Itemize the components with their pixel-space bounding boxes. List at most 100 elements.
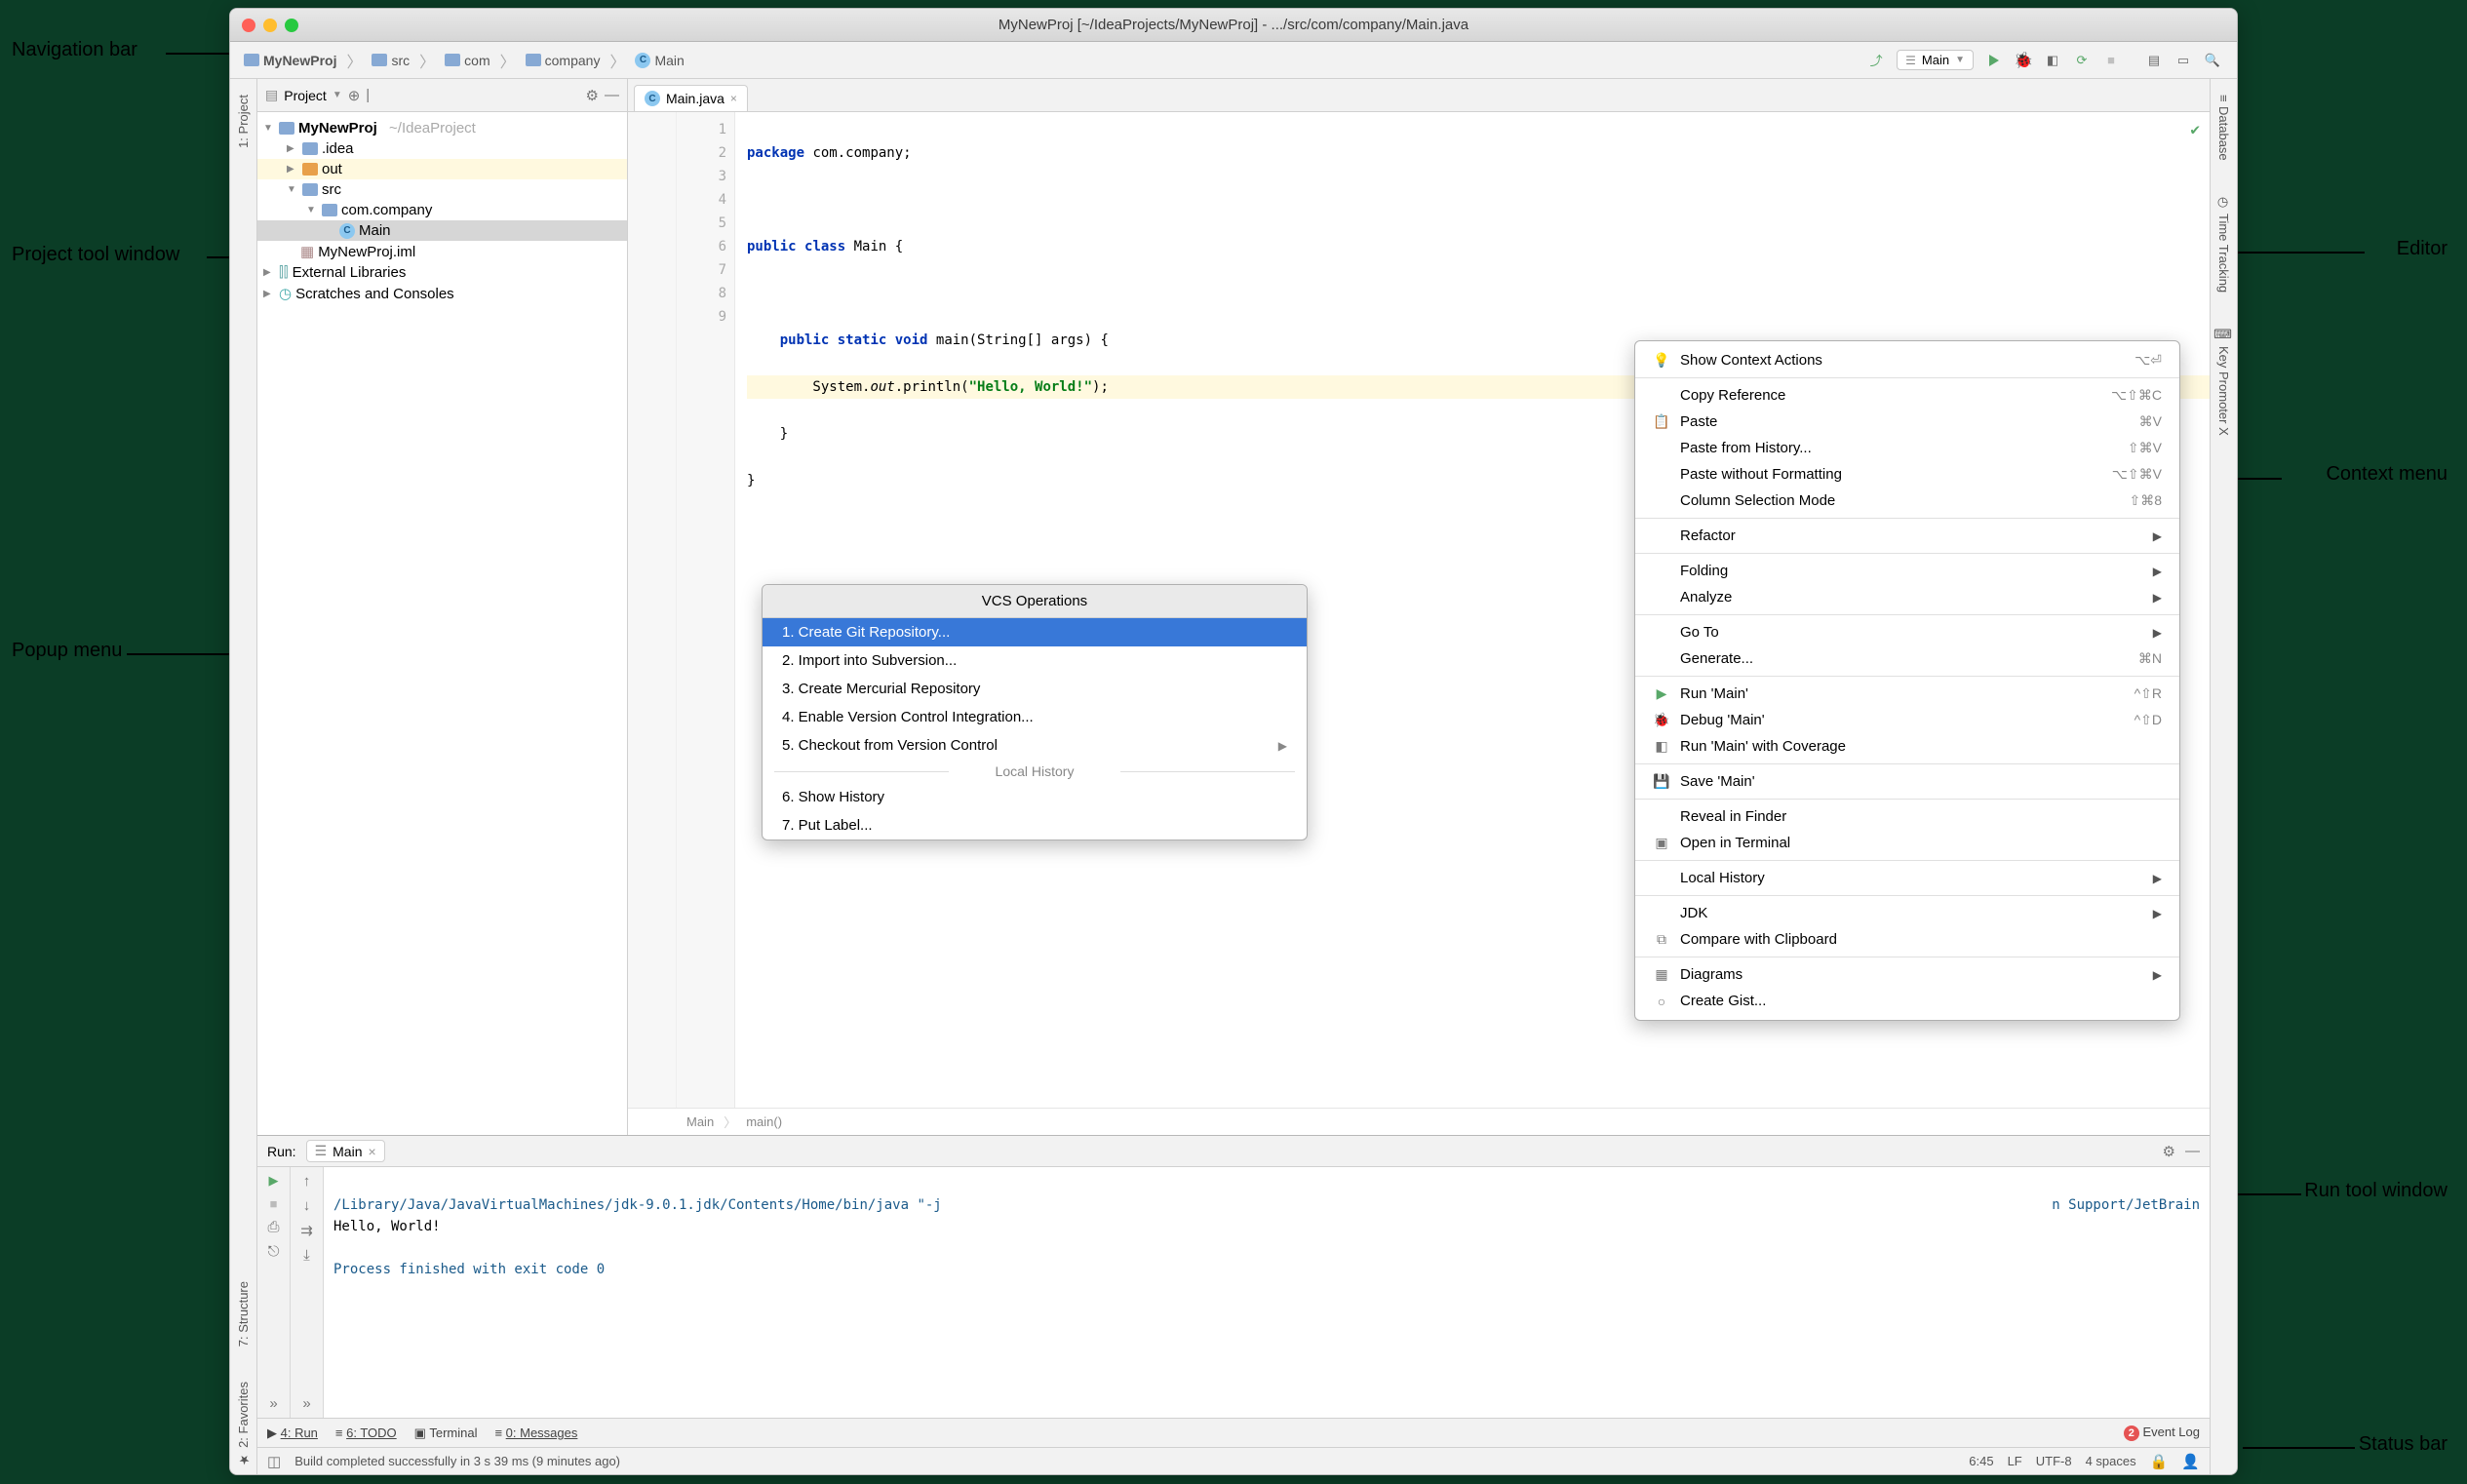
context-menu-item[interactable]: JDK▶	[1635, 900, 2179, 926]
tree-item[interactable]: ▦MyNewProj.iml	[257, 241, 627, 262]
breadcrumb-item[interactable]: company	[522, 51, 605, 70]
tab-favorites[interactable]: ★ 2: Favorites	[234, 1374, 253, 1474]
tab-database[interactable]: ≡ Database	[2214, 87, 2233, 168]
context-menu-item[interactable]: ▣Open in Terminal	[1635, 830, 2179, 856]
crumb[interactable]: main()	[746, 1114, 782, 1129]
popup-item[interactable]: 1. Create Git Repository...	[763, 618, 1307, 646]
minimize-icon[interactable]	[263, 19, 277, 32]
hide-icon[interactable]: —	[605, 87, 619, 103]
context-menu-item[interactable]: Folding▶	[1635, 558, 2179, 584]
editor-tab[interactable]: C Main.java ×	[634, 85, 748, 111]
project-panel-title: Project	[284, 88, 327, 103]
crumb[interactable]: Main	[686, 1114, 714, 1129]
popup-item[interactable]: 3. Create Mercurial Repository	[763, 675, 1307, 703]
context-menu-item[interactable]: 🐞Debug 'Main'^⇧D	[1635, 707, 2179, 733]
expand-icon[interactable]: »	[302, 1395, 310, 1412]
tab-project[interactable]: 1: Project	[234, 87, 253, 156]
context-menu-item[interactable]: ○Create Gist...	[1635, 988, 2179, 1014]
run-tab[interactable]: ☰Main×	[306, 1140, 385, 1162]
tree-item[interactable]: ▶◷Scratches and Consoles	[257, 283, 627, 304]
context-menu-item[interactable]: Paste without Formatting⌥⇧⌘V	[1635, 461, 2179, 488]
scroll-icon[interactable]: ⤓	[303, 1247, 310, 1264]
maximize-icon[interactable]	[285, 19, 298, 32]
context-menu-item[interactable]: Local History▶	[1635, 865, 2179, 891]
tree-item[interactable]: ▶⫿⫿External Libraries	[257, 262, 627, 283]
target-icon[interactable]: ⊕	[348, 87, 361, 104]
close-icon[interactable]: ×	[369, 1144, 376, 1159]
context-menu-item[interactable]: 💡Show Context Actions⌥⏎	[1635, 347, 2179, 373]
chevron-down-icon[interactable]: ▼	[333, 90, 342, 100]
context-menu-item[interactable]: ▶Run 'Main'^⇧R	[1635, 681, 2179, 707]
popup-item[interactable]: 7. Put Label...	[763, 811, 1307, 840]
hide-icon[interactable]: —	[2185, 1143, 2200, 1159]
tree-root[interactable]: ▼MyNewProj ~/IdeaProject	[257, 118, 627, 138]
context-menu-item[interactable]: Generate...⌘N	[1635, 645, 2179, 672]
gear-icon[interactable]: ⚙	[586, 87, 599, 104]
context-menu-item[interactable]: ⧉Compare with Clipboard	[1635, 926, 2179, 953]
profile-button[interactable]: ⟳	[2069, 48, 2095, 73]
camera-icon[interactable]: ⎙	[267, 1219, 279, 1235]
breadcrumb-item[interactable]: CMain	[631, 51, 687, 70]
down-icon[interactable]: ↓	[303, 1197, 311, 1214]
context-menu-item[interactable]: Copy Reference⌥⇧⌘C	[1635, 382, 2179, 409]
close-icon[interactable]	[242, 19, 255, 32]
wrap-icon[interactable]: ⇉	[300, 1222, 313, 1239]
up-icon[interactable]: ↑	[303, 1173, 311, 1190]
tree-item[interactable]: ▶.idea	[257, 138, 627, 159]
project-structure-button[interactable]: ▤	[2141, 48, 2167, 73]
search-button[interactable]: 🔍	[2200, 48, 2225, 73]
run-button[interactable]	[1981, 48, 2007, 73]
tab-run[interactable]: ▶ 4: Run	[267, 1425, 318, 1441]
tab-key-promoter[interactable]: ⌨ Key Promoter X	[2214, 320, 2233, 444]
settings-button[interactable]: ▭	[2171, 48, 2196, 73]
build-button[interactable]: ⤴	[1863, 48, 1889, 73]
gear-icon[interactable]: ⚙	[2163, 1143, 2175, 1160]
popup-item[interactable]: 5. Checkout from Version Control▶	[763, 731, 1307, 760]
tree-item-main[interactable]: CMain	[257, 220, 627, 241]
context-menu-item[interactable]: Reveal in Finder	[1635, 803, 2179, 830]
stop-icon[interactable]: ■	[270, 1196, 278, 1211]
editor-tabs: C Main.java ×	[628, 79, 2210, 112]
context-menu-item[interactable]: 📋Paste⌘V	[1635, 409, 2179, 435]
tab-structure[interactable]: 7: Structure	[234, 1273, 253, 1354]
context-menu-item[interactable]: Analyze▶	[1635, 584, 2179, 610]
inspector-icon[interactable]: 👤	[2181, 1453, 2200, 1470]
context-menu-item[interactable]: 💾Save 'Main'	[1635, 768, 2179, 795]
tree-item[interactable]: ▼com.company	[257, 200, 627, 220]
file-encoding[interactable]: UTF-8	[2036, 1454, 2072, 1468]
caret-position[interactable]: 6:45	[1969, 1454, 1993, 1468]
breadcrumb-item[interactable]: src	[368, 51, 413, 70]
context-menu-item[interactable]: ◧Run 'Main' with Coverage	[1635, 733, 2179, 760]
tab-terminal[interactable]: ▣ Terminal	[414, 1425, 478, 1441]
popup-item[interactable]: 6. Show History	[763, 783, 1307, 811]
breadcrumb-item[interactable]: com	[441, 51, 493, 70]
debug-button[interactable]: 🐞	[2011, 48, 2036, 73]
popup-item[interactable]: 4. Enable Version Control Integration...	[763, 703, 1307, 731]
tab-messages[interactable]: ≡ 0: Messages	[494, 1425, 577, 1440]
coverage-button[interactable]: ◧	[2040, 48, 2065, 73]
exit-icon[interactable]: ⎋	[268, 1243, 280, 1260]
breadcrumb-root[interactable]: MyNewProj	[240, 51, 340, 70]
tree-item[interactable]: ▶out	[257, 159, 627, 179]
popup-item[interactable]: 2. Import into Subversion...	[763, 646, 1307, 675]
tree-item[interactable]: ▼src	[257, 179, 627, 200]
indent-settings[interactable]: 4 spaces	[2086, 1454, 2136, 1468]
context-menu-item[interactable]: Go To▶	[1635, 619, 2179, 645]
run-config-selector[interactable]: ☰ Main ▼	[1897, 50, 1974, 70]
close-tab-icon[interactable]: ×	[730, 92, 737, 105]
context-menu-item[interactable]: Refactor▶	[1635, 523, 2179, 549]
tab-todo[interactable]: ≡ 6: TODO	[335, 1425, 397, 1440]
popup-separator: Local History	[763, 760, 1307, 783]
tool-windows-icon[interactable]: ◫	[267, 1453, 281, 1470]
expand-icon[interactable]: »	[269, 1395, 277, 1412]
lock-icon[interactable]: 🔒	[2150, 1453, 2169, 1470]
context-menu-item[interactable]: ▦Diagrams▶	[1635, 961, 2179, 988]
context-menu-item[interactable]: Paste from History...⇧⌘V	[1635, 435, 2179, 461]
run-output[interactable]: /Library/Java/JavaVirtualMachines/jdk-9.…	[324, 1167, 2210, 1418]
context-menu-item[interactable]: Column Selection Mode⇧⌘8	[1635, 488, 2179, 514]
tab-time-tracking[interactable]: ◷ Time Tracking	[2214, 187, 2233, 300]
tab-event-log[interactable]: 2 Event Log	[2124, 1425, 2200, 1441]
stop-button[interactable]: ■	[2098, 48, 2124, 73]
line-separator[interactable]: LF	[2008, 1454, 2022, 1468]
rerun-icon[interactable]: ▶	[269, 1173, 279, 1189]
